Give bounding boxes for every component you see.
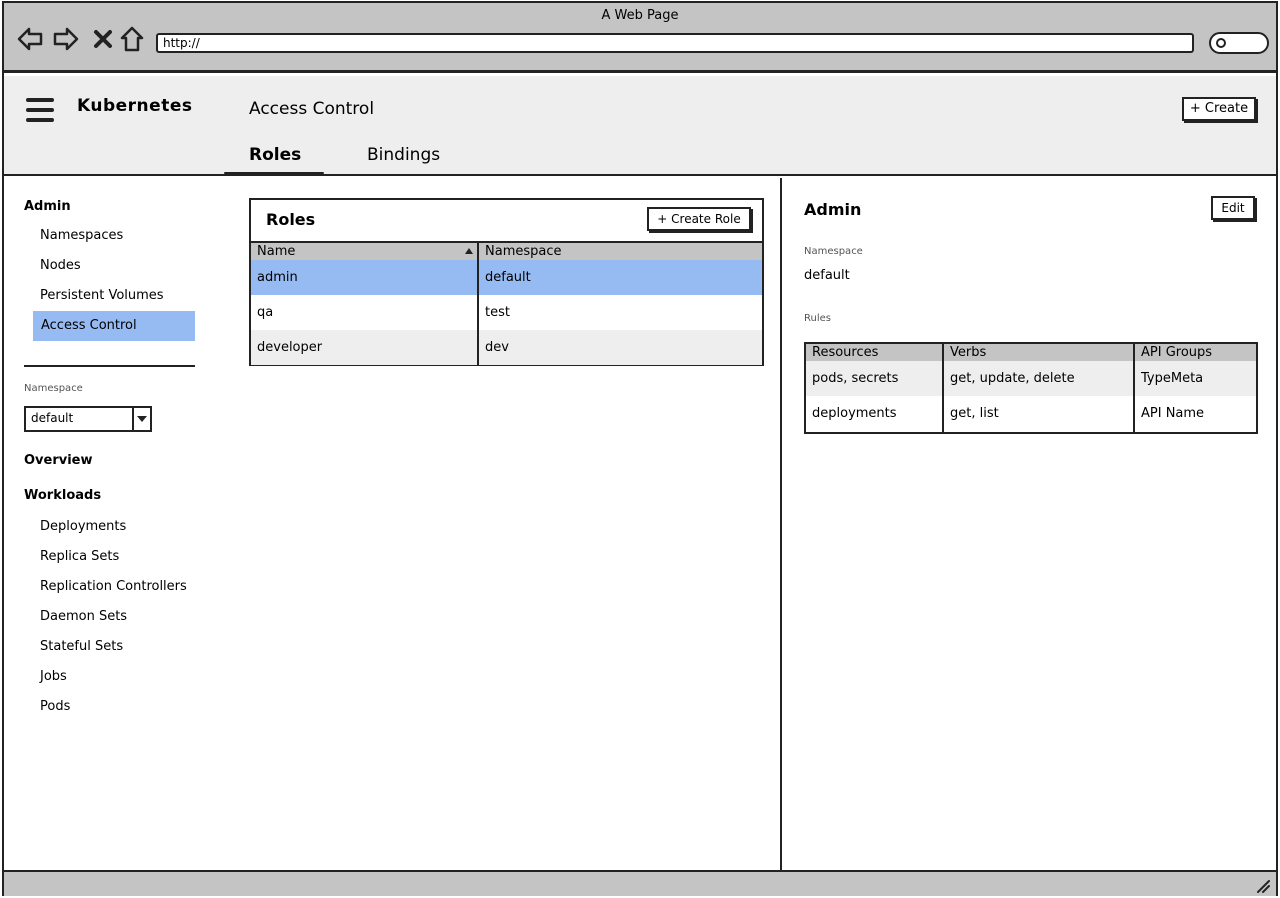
back-arrow-icon[interactable] bbox=[16, 25, 44, 53]
app-brand[interactable]: Kubernetes bbox=[77, 96, 192, 116]
column-header-name[interactable]: Name bbox=[251, 243, 477, 260]
active-tab-indicator bbox=[224, 172, 324, 174]
page-title: Access Control bbox=[249, 99, 375, 119]
role-namespace-cell: test bbox=[485, 305, 510, 320]
table-header-row: Name Namespace bbox=[251, 243, 762, 260]
table-row[interactable]: deployments get, list API Name bbox=[806, 396, 1256, 432]
detail-namespace-label: Namespace bbox=[804, 246, 863, 257]
sidebar-item-pods[interactable]: Pods bbox=[40, 699, 70, 714]
sidebar-heading-workloads[interactable]: Workloads bbox=[24, 488, 101, 503]
browser-titlebar: A Web Page http:// bbox=[4, 3, 1276, 73]
rule-resources-cell: pods, secrets bbox=[812, 371, 899, 386]
create-button[interactable]: + Create bbox=[1182, 97, 1256, 121]
sidebar-heading-admin[interactable]: Admin bbox=[24, 199, 71, 214]
sidebar-item-replication-controllers[interactable]: Replication Controllers bbox=[40, 579, 187, 594]
detail-title: Admin bbox=[804, 200, 862, 219]
rule-resources-cell: deployments bbox=[812, 406, 897, 421]
role-name-cell: admin bbox=[257, 270, 298, 285]
table-row[interactable]: qa test bbox=[251, 295, 762, 330]
sidebar-item-access-control[interactable]: Access Control bbox=[33, 311, 195, 341]
resize-grip-icon[interactable] bbox=[1256, 878, 1270, 893]
role-namespace-cell: default bbox=[485, 270, 531, 285]
sidebar-item-daemon-sets[interactable]: Daemon Sets bbox=[40, 609, 127, 624]
column-header-verbs[interactable]: Verbs bbox=[944, 344, 1133, 361]
close-icon[interactable] bbox=[89, 25, 117, 53]
role-namespace-cell: dev bbox=[485, 340, 509, 355]
create-role-button[interactable]: + Create Role bbox=[647, 207, 751, 231]
sidebar-item-replica-sets[interactable]: Replica Sets bbox=[40, 549, 119, 564]
detail-namespace-value: default bbox=[804, 268, 850, 283]
sort-ascending-icon[interactable] bbox=[465, 248, 473, 254]
table-row[interactable]: developer dev bbox=[251, 330, 762, 365]
edit-button[interactable]: Edit bbox=[1211, 196, 1255, 220]
role-name-cell: qa bbox=[257, 305, 274, 320]
role-name-cell: developer bbox=[257, 340, 323, 355]
column-header-api-groups[interactable]: API Groups bbox=[1135, 344, 1256, 361]
tab-bindings[interactable]: Bindings bbox=[367, 145, 440, 165]
namespace-label: Namespace bbox=[24, 383, 83, 394]
rule-verbs-cell: get, list bbox=[950, 406, 999, 421]
detail-panel-divider bbox=[780, 178, 782, 870]
sidebar-divider bbox=[24, 365, 195, 367]
sidebar-item-persistent-volumes[interactable]: Persistent Volumes bbox=[40, 288, 164, 303]
browser-window: A Web Page http:// Kubernetes Access Con… bbox=[2, 1, 1278, 896]
table-row[interactable]: pods, secrets get, update, delete TypeMe… bbox=[806, 361, 1256, 396]
url-field[interactable]: http:// bbox=[156, 33, 1194, 53]
tab-roles[interactable]: Roles bbox=[249, 145, 301, 165]
chevron-down-icon[interactable] bbox=[132, 408, 150, 430]
rule-api-groups-cell: API Name bbox=[1141, 406, 1205, 421]
sidebar-item-stateful-sets[interactable]: Stateful Sets bbox=[40, 639, 123, 654]
roles-table: Name Namespace admin default qa test dev… bbox=[251, 241, 762, 365]
menu-icon[interactable] bbox=[26, 98, 54, 124]
rule-verbs-cell: get, update, delete bbox=[950, 371, 1075, 386]
detail-rules-label: Rules bbox=[804, 313, 831, 324]
column-header-resources[interactable]: Resources bbox=[806, 344, 942, 361]
forward-arrow-icon[interactable] bbox=[52, 25, 80, 53]
namespace-select[interactable]: default bbox=[24, 406, 152, 432]
rule-api-groups-cell: TypeMeta bbox=[1141, 371, 1204, 386]
home-icon[interactable] bbox=[118, 25, 146, 53]
roles-panel: Roles + Create Role Name Namespace admin… bbox=[249, 198, 764, 366]
search-icon bbox=[1216, 38, 1226, 48]
table-row[interactable]: admin default bbox=[251, 260, 762, 295]
sidebar-item-namespaces[interactable]: Namespaces bbox=[40, 228, 123, 243]
sidebar-heading-overview[interactable]: Overview bbox=[24, 453, 93, 468]
window-title: A Web Page bbox=[601, 8, 679, 23]
sidebar-item-jobs[interactable]: Jobs bbox=[40, 669, 67, 684]
table-header-row: Resources Verbs API Groups bbox=[806, 344, 1256, 361]
namespace-select-value: default bbox=[31, 411, 74, 425]
status-bar bbox=[4, 870, 1276, 896]
sidebar: Admin Namespaces Nodes Persistent Volume… bbox=[4, 178, 204, 870]
app-header: Kubernetes Access Control + Create Roles… bbox=[4, 76, 1276, 176]
sidebar-item-deployments[interactable]: Deployments bbox=[40, 519, 126, 534]
sidebar-item-nodes[interactable]: Nodes bbox=[40, 258, 81, 273]
roles-panel-title: Roles bbox=[266, 210, 316, 229]
column-header-namespace[interactable]: Namespace bbox=[479, 243, 762, 260]
browser-search-button[interactable] bbox=[1209, 32, 1269, 54]
rules-table: Resources Verbs API Groups pods, secrets… bbox=[804, 342, 1258, 434]
